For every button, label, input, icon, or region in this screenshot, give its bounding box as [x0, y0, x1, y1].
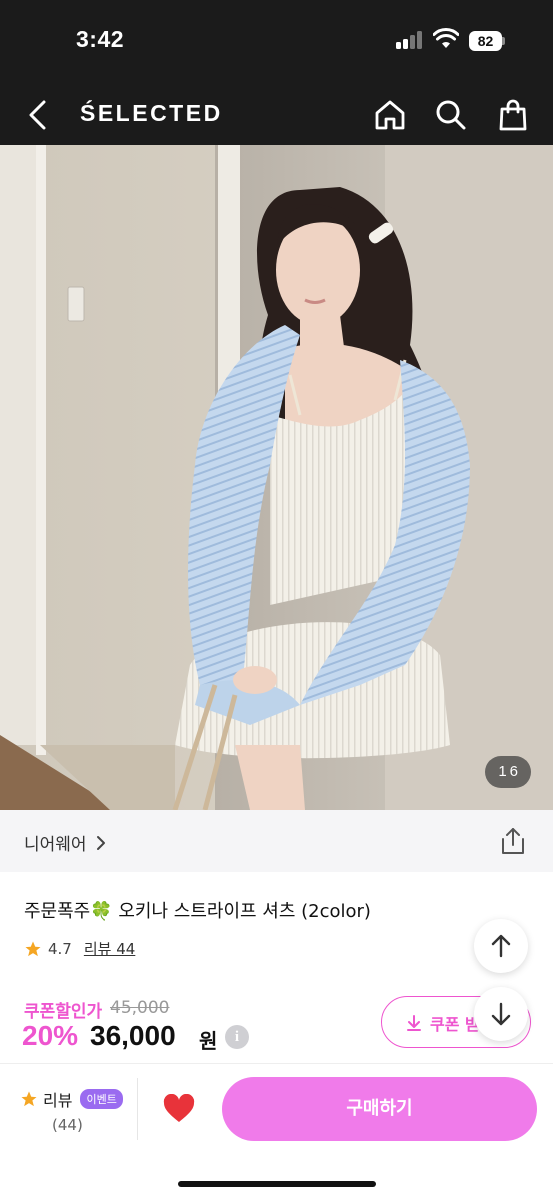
coupon-button-label: 쿠폰 받 — [430, 1015, 480, 1034]
share-icon[interactable] — [499, 826, 527, 856]
final-price: 36,000 — [90, 1020, 176, 1051]
product-photo — [0, 145, 553, 810]
review-link[interactable]: 리뷰 44 — [84, 938, 135, 959]
battery-level: 82 — [469, 31, 502, 51]
scroll-down-button[interactable] — [474, 987, 528, 1041]
original-price: 45,000 — [110, 998, 170, 1018]
info-icon[interactable]: i — [225, 1025, 249, 1049]
chevron-right-icon — [96, 835, 105, 850]
status-time: 3:42 — [76, 26, 125, 52]
image-counter: 1 6 — [485, 756, 531, 788]
product-title: 주문폭주🍀 오키나 스트라이프 셔츠 (2color) — [24, 901, 371, 922]
wifi-icon — [433, 28, 459, 48]
battery-icon: 82 — [469, 31, 505, 51]
bottom-review-count: (44) — [52, 1116, 83, 1134]
coupon-price-label: 쿠폰할인가 — [24, 1002, 103, 1022]
cellular-signal-icon — [396, 31, 422, 49]
shopping-bag-icon[interactable] — [495, 97, 531, 133]
divider — [137, 1078, 138, 1140]
status-bar: 3:42 82 — [0, 0, 553, 85]
arrow-down-icon — [491, 1002, 511, 1026]
bottom-review-button[interactable]: 리뷰 이벤트 — [20, 1087, 123, 1111]
star-icon — [21, 1091, 37, 1107]
brand-link[interactable]: 니어웨어 — [24, 830, 107, 855]
bottom-review-label: 리뷰 — [43, 1091, 73, 1110]
top-navigation-bar: ŚELECTED — [0, 85, 553, 145]
brand-logo[interactable]: ŚELECTED — [80, 100, 223, 127]
brand-row: 니어웨어 — [0, 810, 553, 872]
bottom-action-bar: 리뷰 이벤트 (44) 구매하기 — [0, 1063, 553, 1200]
rating-row: 4.7 리뷰 44 — [24, 938, 135, 959]
heart-icon[interactable] — [163, 1094, 195, 1124]
discount-rate: 20% — [22, 1020, 79, 1051]
rating-value: 4.7 — [48, 939, 72, 958]
search-icon[interactable] — [433, 97, 469, 133]
scroll-top-button[interactable] — [474, 919, 528, 973]
home-indicator — [178, 1181, 376, 1187]
buy-button[interactable]: 구매하기 — [222, 1077, 537, 1141]
product-image[interactable]: 1 6 — [0, 145, 553, 810]
event-badge: 이벤트 — [80, 1089, 123, 1109]
back-arrow-icon[interactable] — [22, 97, 58, 133]
home-icon[interactable] — [372, 97, 408, 133]
brand-name: 니어웨어 — [24, 835, 87, 855]
download-icon — [407, 1015, 421, 1031]
currency-unit: 원 — [199, 1029, 218, 1053]
star-icon — [25, 941, 41, 956]
arrow-up-icon — [491, 934, 511, 958]
